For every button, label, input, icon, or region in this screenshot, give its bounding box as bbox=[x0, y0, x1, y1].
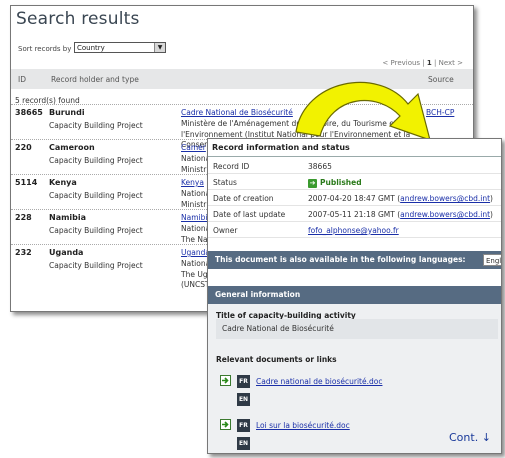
record-id: 5114 bbox=[15, 178, 38, 187]
field-label: Date of creation bbox=[213, 194, 274, 203]
column-header-holder[interactable]: Record holder and type bbox=[51, 75, 139, 84]
field-label: Record ID bbox=[213, 162, 250, 171]
field-label: Date of last update bbox=[213, 210, 286, 219]
languages-label: This document is also available in the f… bbox=[215, 255, 466, 264]
pager-separator: | bbox=[420, 59, 427, 67]
activity-title-value: Cadre National de Biosécurité bbox=[216, 319, 498, 339]
record-id: 220 bbox=[15, 143, 32, 152]
record-title-link[interactable]: Cadre National de Biosécurité bbox=[181, 108, 293, 117]
sort-select[interactable]: Country ▼ bbox=[74, 42, 166, 53]
language-badge[interactable]: EN bbox=[237, 393, 250, 406]
field-label: Owner bbox=[213, 226, 238, 235]
languages-bar: This document is also available in the f… bbox=[208, 251, 501, 269]
record-holder: Burundi bbox=[49, 108, 85, 117]
chevron-down-icon[interactable]: ▼ bbox=[154, 43, 165, 52]
pager-previous[interactable]: < Previous bbox=[382, 59, 420, 67]
paren-close: ) bbox=[490, 194, 493, 203]
pager: < Previous | 1 | Next > bbox=[382, 59, 463, 67]
creator-email-link[interactable]: andrew.bowers@cbd.int bbox=[400, 194, 490, 203]
record-holder: Cameroon bbox=[49, 143, 95, 152]
record-detail-window: Record information and status Record ID … bbox=[207, 138, 502, 454]
record-id: 38665 bbox=[15, 108, 43, 117]
record-id: 232 bbox=[15, 248, 32, 257]
field-status: Status ➔ Published bbox=[208, 174, 501, 190]
general-info-header: General information bbox=[208, 286, 501, 304]
field-value: 2007-04-20 18:47 GMT (andrew.bowers@cbd.… bbox=[308, 194, 493, 203]
field-date-created: Date of creation 2007-04-20 18:47 GMT (a… bbox=[208, 190, 501, 206]
record-id: 228 bbox=[15, 213, 32, 222]
status-published: Published bbox=[320, 178, 362, 187]
language-badge[interactable]: FR bbox=[237, 375, 250, 388]
field-value: 2007-05-11 21:18 GMT (andrew.bowers@cbd.… bbox=[308, 210, 493, 219]
field-value: ➔ Published bbox=[308, 178, 362, 188]
sort-select-value: Country bbox=[77, 44, 105, 52]
document-link[interactable]: Loi sur la biosécurité.doc bbox=[256, 421, 350, 430]
pager-separator: | bbox=[431, 59, 439, 67]
field-value: fofo_alphonse@yahoo.fr bbox=[308, 226, 399, 235]
field-owner: Owner fofo_alphonse@yahoo.fr bbox=[208, 222, 501, 238]
record-type: Capacity Building Project bbox=[49, 261, 143, 270]
document-item: FR EN Loi sur la biosécurité.doc bbox=[220, 419, 420, 453]
owner-email-link[interactable]: fofo_alphonse@yahoo.fr bbox=[308, 226, 399, 235]
page-title: Search results bbox=[16, 9, 140, 29]
date-text: 2007-05-11 21:18 GMT ( bbox=[308, 210, 401, 219]
relevant-documents-label: Relevant documents or links bbox=[216, 355, 337, 364]
document-arrow-icon bbox=[220, 375, 231, 386]
language-badge[interactable]: EN bbox=[237, 437, 250, 450]
column-header-id[interactable]: ID bbox=[18, 75, 26, 84]
paren-close: ) bbox=[490, 210, 493, 219]
field-date-updated: Date of last update 2007-05-11 21:18 GMT… bbox=[208, 206, 501, 222]
document-link[interactable]: Cadre national de biosécurité.doc bbox=[256, 377, 382, 386]
record-type: Capacity Building Project bbox=[49, 121, 143, 130]
document-item: FR EN Cadre national de biosécurité.doc bbox=[220, 375, 420, 409]
record-title-link[interactable]: Namibi bbox=[181, 213, 207, 222]
continued-indicator: Cont. ↓ bbox=[449, 431, 491, 444]
sort-label: Sort records by bbox=[18, 45, 72, 53]
record-title-link[interactable]: Uganda bbox=[181, 248, 210, 257]
record-holder: Kenya bbox=[49, 178, 77, 187]
language-select[interactable]: Engl bbox=[483, 254, 501, 266]
record-type: Capacity Building Project bbox=[49, 226, 143, 235]
language-badge[interactable]: FR bbox=[237, 419, 250, 432]
record-holder: Namibia bbox=[49, 213, 87, 222]
record-info-title: Record information and status bbox=[208, 139, 501, 157]
record-type: Capacity Building Project bbox=[49, 191, 143, 200]
record-holder: Uganda bbox=[49, 248, 84, 257]
record-title-link[interactable]: Camer bbox=[181, 143, 206, 152]
record-type: Capacity Building Project bbox=[49, 156, 143, 165]
pager-next[interactable]: Next > bbox=[439, 59, 463, 67]
document-arrow-icon bbox=[220, 419, 231, 430]
published-icon: ➔ bbox=[308, 178, 317, 188]
field-value: 38665 bbox=[308, 162, 332, 171]
field-record-id: Record ID 38665 bbox=[208, 158, 501, 174]
field-label: Status bbox=[213, 178, 237, 187]
date-text: 2007-04-20 18:47 GMT ( bbox=[308, 194, 401, 203]
updater-email-link[interactable]: andrew.bowers@cbd.int bbox=[400, 210, 490, 219]
record-title-link[interactable]: Kenya bbox=[181, 178, 204, 187]
